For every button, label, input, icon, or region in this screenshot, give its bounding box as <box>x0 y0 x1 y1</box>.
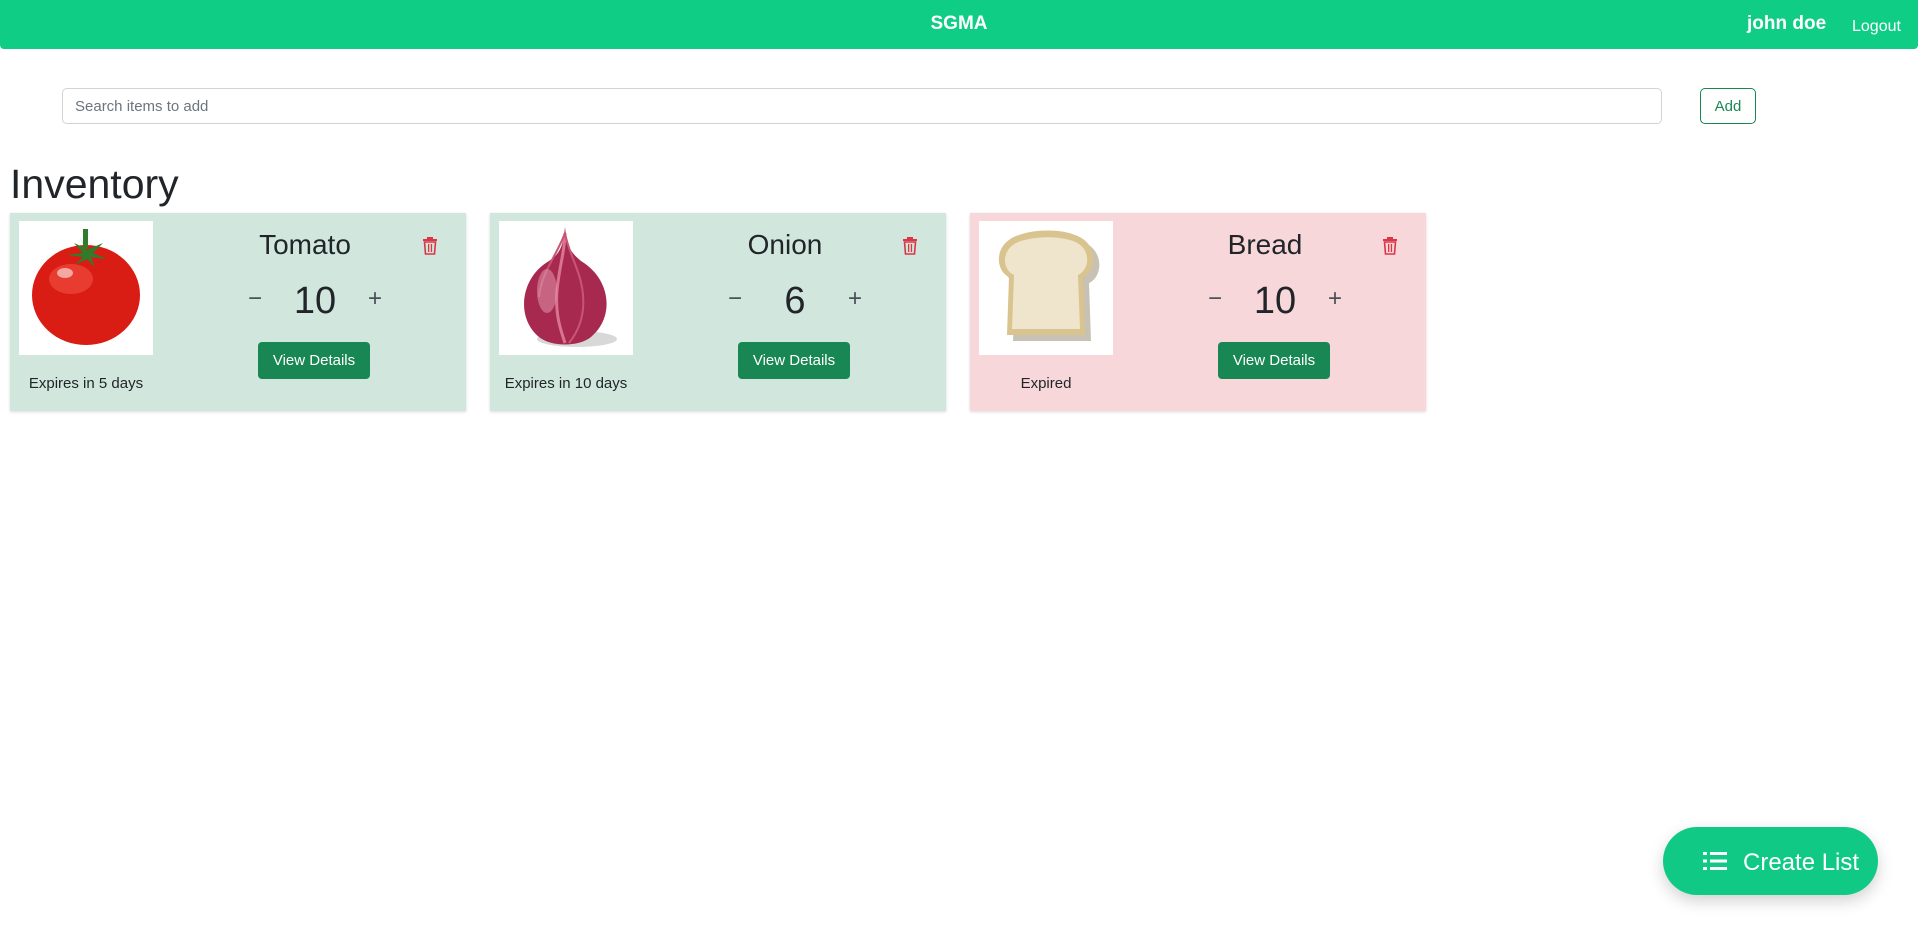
decrement-button[interactable]: − <box>725 287 745 311</box>
quantity-value: 6 <box>784 280 806 322</box>
trash-icon[interactable] <box>422 237 438 255</box>
trash-icon[interactable] <box>902 237 918 255</box>
top-navbar: SGMA john doe Logout <box>0 0 1918 49</box>
app-brand[interactable]: SGMA <box>0 13 1918 35</box>
trash-icon[interactable] <box>1382 237 1398 255</box>
decrement-button[interactable]: − <box>245 287 265 311</box>
increment-button[interactable]: + <box>365 287 385 311</box>
expiry-text: Expires in 10 days <box>504 375 628 392</box>
quantity-stepper: − 10 + <box>230 279 400 323</box>
logout-link[interactable]: Logout <box>1852 18 1901 36</box>
inventory-card-tomato: Tomato − 10 + View Details Expires in 5 … <box>10 213 466 411</box>
expiry-text: Expires in 5 days <box>28 375 144 392</box>
bread-image <box>979 221 1113 355</box>
onion-image <box>499 221 633 355</box>
tomato-image <box>19 221 153 355</box>
search-input[interactable] <box>62 88 1662 124</box>
expiry-text: Expired <box>1020 375 1072 392</box>
quantity-value: 10 <box>293 280 337 322</box>
quantity-value: 10 <box>1253 280 1297 322</box>
list-icon <box>1703 852 1727 870</box>
view-details-button[interactable]: View Details <box>258 342 370 379</box>
page-title: Inventory <box>10 161 179 207</box>
create-list-label: Create List <box>1743 849 1860 876</box>
increment-button[interactable]: + <box>845 287 865 311</box>
item-name: Bread <box>1227 229 1303 260</box>
view-details-button[interactable]: View Details <box>1218 342 1330 379</box>
item-name: Tomato <box>259 229 351 260</box>
add-button[interactable]: Add <box>1700 88 1756 124</box>
user-name: john doe <box>1747 13 1827 34</box>
quantity-stepper: − 6 + <box>710 279 880 323</box>
quantity-stepper: − 10 + <box>1190 279 1360 323</box>
view-details-button[interactable]: View Details <box>738 342 850 379</box>
inventory-card-bread: Bread − 10 + View Details Expired <box>970 213 1426 411</box>
create-list-button[interactable]: Create List <box>1663 827 1878 895</box>
item-name: Onion <box>747 229 823 260</box>
increment-button[interactable]: + <box>1325 287 1345 311</box>
inventory-card-onion: Onion − 6 + View Details Expires in 10 d… <box>490 213 946 411</box>
decrement-button[interactable]: − <box>1205 287 1225 311</box>
